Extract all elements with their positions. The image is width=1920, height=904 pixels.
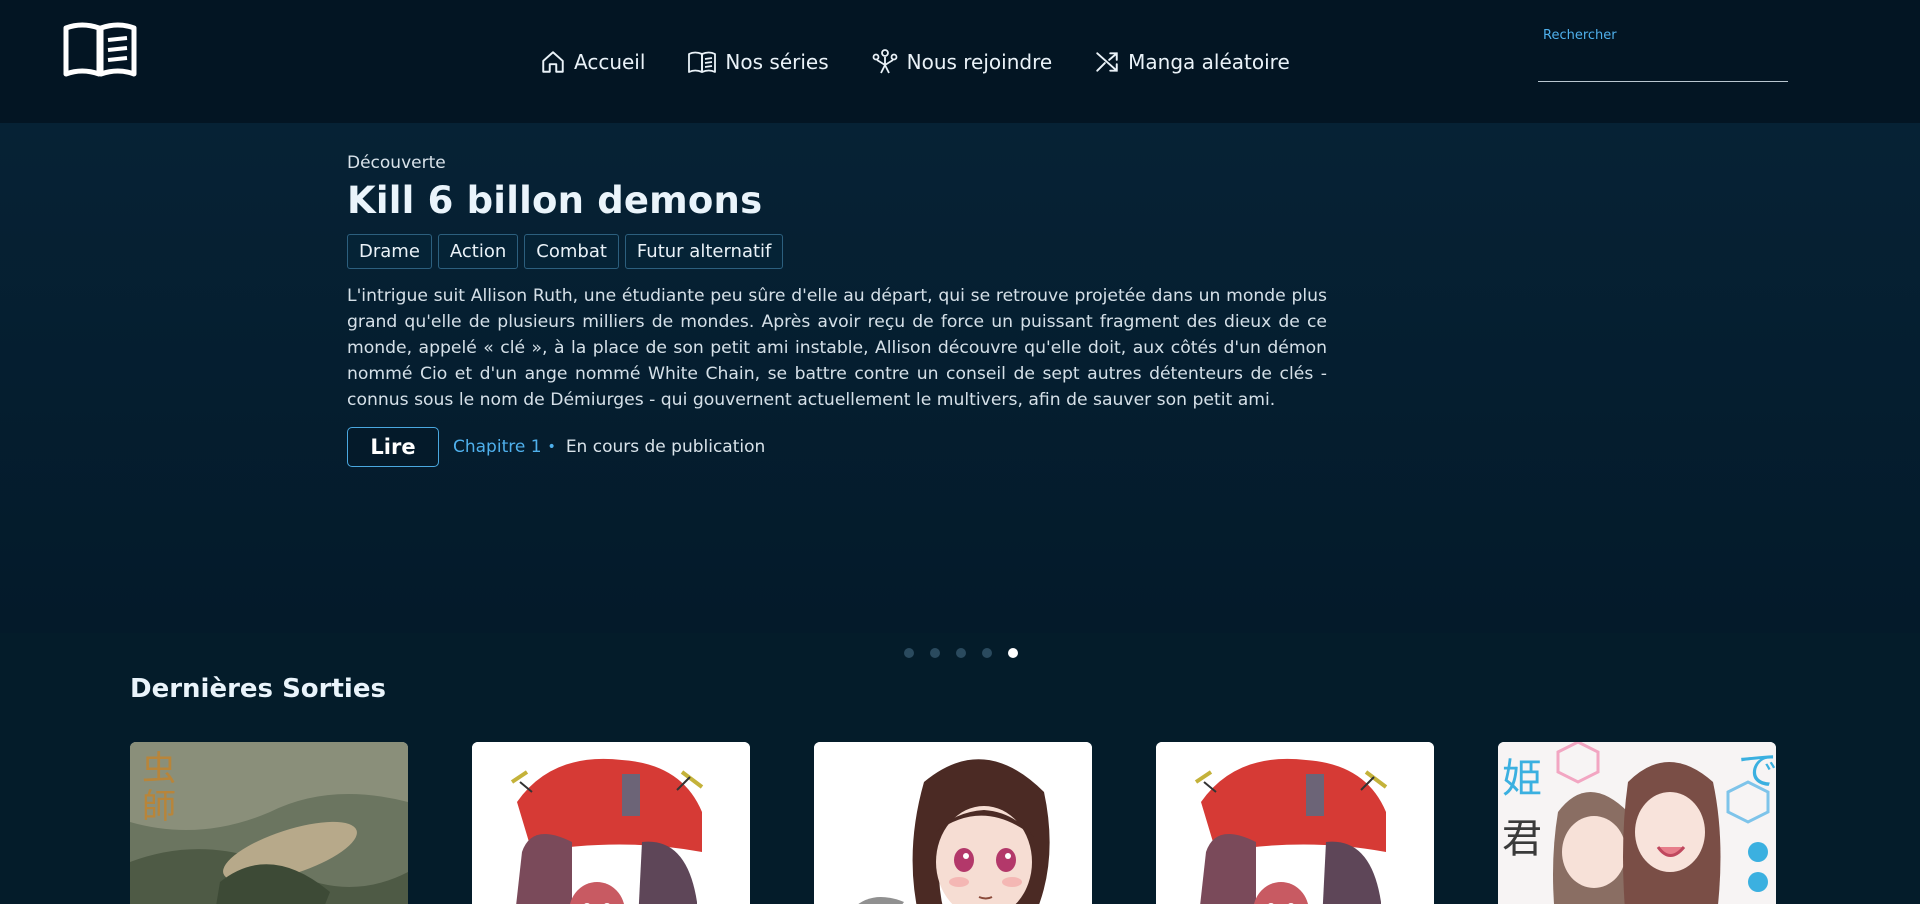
publication-status: En cours de publication [565,437,766,457]
home-icon [542,51,564,73]
section-title-latest: Dernières Sorties [130,674,386,704]
svg-text:虫: 虫 [142,749,176,789]
carousel-dot[interactable] [904,648,914,658]
manga-card[interactable] [814,742,1092,904]
hero-title[interactable]: Kill 6 billon demons [347,179,1327,222]
hero-content: Découverte Kill 6 billon demons Drame Ac… [347,153,1327,467]
genre-tag[interactable]: Drame [347,234,432,269]
hero-actions: Lire Chapitre 1 • En cours de publicatio… [347,427,1327,467]
search-input[interactable] [1538,50,1788,78]
nav-item-label: Nous rejoindre [906,50,1053,74]
group-icon [872,49,898,74]
manga-card[interactable] [1156,742,1434,904]
carousel-dot[interactable] [956,648,966,658]
nav-item-label: Manga aléatoire [1128,50,1290,74]
nav-item-accueil[interactable]: Accueil [540,49,645,75]
carousel-dot[interactable] [982,648,992,658]
main-nav: Accueil Nos séries Nous rejoindre Manga … [540,42,1332,82]
top-header: Accueil Nos séries Nous rejoindre Manga … [0,0,1920,123]
genre-tag[interactable]: Futur alternatif [624,234,784,269]
genre-tag[interactable]: Action [437,234,519,269]
shuffle-icon [1096,52,1118,72]
manga-card[interactable]: 虫 師 [130,742,408,904]
nav-item-label: Accueil [574,50,646,74]
manga-card[interactable] [472,742,750,904]
chapter-link[interactable]: Chapitre 1 [453,437,542,457]
search-field[interactable]: Rechercher [1538,24,1788,82]
svg-text:君: 君 [1502,816,1542,862]
genre-tag[interactable]: Combat [524,234,619,269]
nav-item-manga-aleatoire[interactable]: Manga aléatoire [1094,49,1290,75]
svg-text:師: 師 [142,787,176,827]
hero-eyebrow: Découverte [347,153,446,173]
read-button[interactable]: Lire [347,427,439,467]
svg-text:で: で [1738,748,1776,794]
search-label: Rechercher [1543,28,1617,43]
carousel-dot[interactable] [930,648,940,658]
carousel-dots [904,648,1034,658]
carousel-dot-active[interactable] [1008,648,1018,658]
girl-portrait-cover [814,742,1092,904]
separator-dot: • [547,439,556,455]
svg-text:姫: 姫 [1502,756,1542,802]
two-girls-cover: 姫 君 で [1498,742,1776,904]
mushishi-cover: 虫 師 [130,742,408,904]
nav-item-nous-rejoindre[interactable]: Nous rejoindre [871,48,1053,76]
latest-cards: 虫 師 姫 君 で [130,742,1840,904]
open-book-icon[interactable] [62,20,138,78]
nav-item-nos-series[interactable]: Nos séries [687,50,829,74]
genre-tags: Drame Action Combat Futur alternatif [347,234,1327,269]
hero-description: L'intrigue suit Allison Ruth, une étudia… [347,286,1327,410]
nav-item-label: Nos séries [725,50,829,74]
book-icon [688,51,717,73]
red-demon-cover [472,742,750,904]
red-demon-cover [1156,742,1434,904]
hero-banner: Découverte Kill 6 billon demons Drame Ac… [0,123,1920,633]
manga-card[interactable]: 姫 君 で [1498,742,1776,904]
